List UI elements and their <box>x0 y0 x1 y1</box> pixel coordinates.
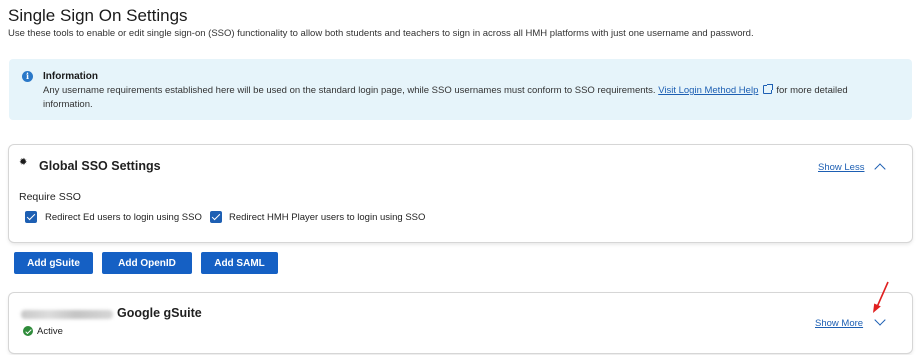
info-icon: i <box>22 71 33 82</box>
login-method-help-link[interactable]: Visit Login Method Help <box>658 85 758 96</box>
status-label: Active <box>37 326 63 337</box>
redirect-player-label: Redirect HMH Player users to login using… <box>229 212 426 223</box>
info-title: Information <box>43 71 98 82</box>
add-saml-button[interactable]: Add SAML <box>201 252 278 274</box>
redirect-ed-checkbox[interactable] <box>25 211 37 223</box>
page-title: Single Sign On Settings <box>8 6 188 25</box>
annotation-arrow-icon <box>873 281 889 313</box>
global-sso-card: ✹ Global SSO Settings Show Less Require … <box>9 145 912 242</box>
info-banner: i Information Any username requirements … <box>9 59 912 120</box>
chevron-up-icon[interactable] <box>874 163 886 175</box>
redirect-player-checkbox[interactable] <box>210 211 222 223</box>
add-gsuite-button[interactable]: Add gSuite <box>14 252 93 274</box>
page-description: Use these tools to enable or edit single… <box>8 28 754 39</box>
require-sso-label: Require SSO <box>19 191 81 203</box>
add-openid-button[interactable]: Add OpenID <box>102 252 192 274</box>
global-sso-title: Global SSO Settings <box>39 159 161 173</box>
gsuite-card: Google gSuite Active Show More <box>9 293 912 353</box>
redirect-ed-label: Redirect Ed users to login using SSO <box>45 212 202 223</box>
show-less-link[interactable]: Show Less <box>818 162 864 173</box>
external-link-icon[interactable] <box>763 84 774 94</box>
info-text-before: Any username requirements established he… <box>43 85 656 96</box>
gear-icon: ✹ <box>19 157 28 168</box>
redacted-name <box>21 310 113 319</box>
gsuite-title: Google gSuite <box>117 306 202 320</box>
info-text: Any username requirements established he… <box>43 84 883 112</box>
show-more-link[interactable]: Show More <box>815 318 863 329</box>
chevron-down-icon[interactable] <box>874 314 886 326</box>
active-check-icon <box>23 326 33 336</box>
